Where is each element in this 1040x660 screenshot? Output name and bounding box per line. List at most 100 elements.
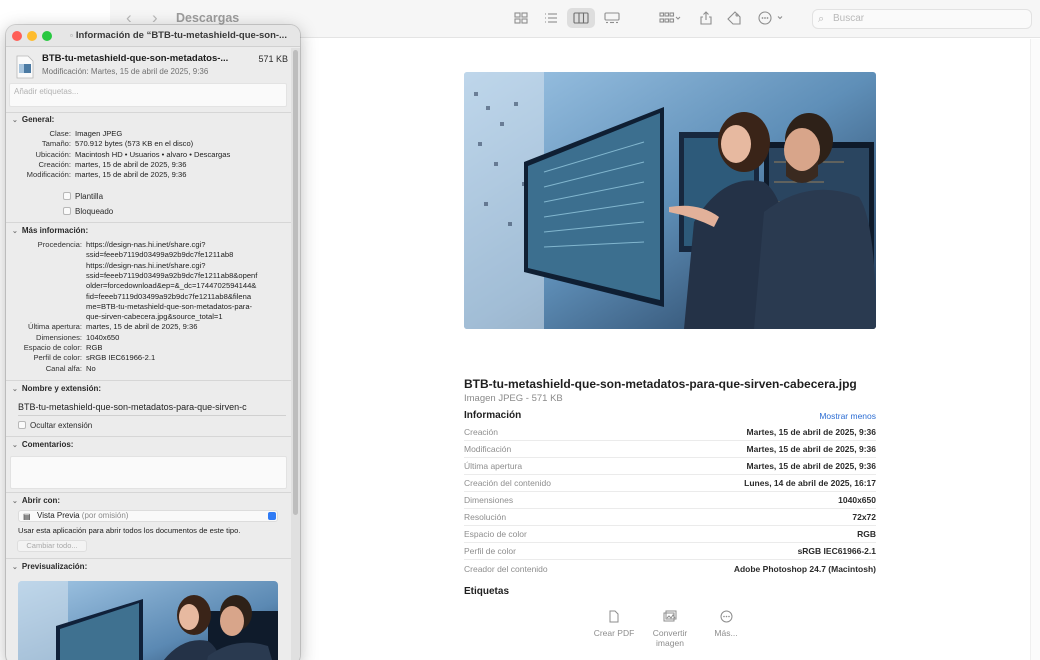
group-button[interactable]: [655, 8, 685, 28]
kv-key: Dimensiones:: [35, 332, 82, 342]
share-icon: [700, 11, 712, 25]
checkbox-box[interactable]: [63, 192, 71, 200]
list-view-button[interactable]: [537, 8, 565, 28]
row-value: Martes, 15 de abril de 2025, 9:36: [746, 461, 876, 471]
get-info-window: ▫ Información de “BTB-tu-metashield-que-s…: [6, 25, 300, 660]
icon-view-button[interactable]: [507, 8, 535, 28]
kv-key: Modificación:: [26, 170, 71, 180]
comments-title: Comentarios:: [21, 440, 74, 449]
tag-button[interactable]: [720, 8, 748, 28]
share-button[interactable]: [692, 8, 720, 28]
more-quick-actions[interactable]: Más...: [691, 610, 761, 638]
kv-key: Perfil de color:: [33, 353, 82, 363]
gallery-view-button[interactable]: [598, 8, 626, 28]
kv-value: martes, 15 de abril de 2025, 9:36: [86, 322, 198, 332]
hide-extension-checkbox[interactable]: Ocultar extensión: [18, 421, 92, 430]
use-app-text: Usar esta aplicación para abrir todos lo…: [18, 526, 241, 535]
source-line: https://design-nas.hi.inet/share.cgi?: [86, 260, 206, 270]
gallery-icon: [604, 12, 620, 24]
locked-checkbox[interactable]: Bloqueado: [63, 207, 113, 216]
info-row-content-created: Creación del contenido Lunes, 14 de abril…: [464, 475, 876, 492]
row-key: Creación: [464, 427, 499, 437]
row-key: Creador del contenido: [464, 563, 548, 574]
more-actions-button[interactable]: [755, 8, 787, 28]
row-value: 1040x650: [838, 495, 876, 505]
general-title: General:: [21, 115, 55, 124]
preview-info-table: Creación Martes, 15 de abril de 2025, 9:3…: [464, 424, 876, 577]
template-label: Plantilla: [75, 192, 104, 201]
kv-key: Canal alfa:: [45, 363, 82, 373]
tags-input[interactable]: Añadir etiquetas...: [9, 83, 287, 107]
preview-title: Previsualización:: [21, 562, 88, 571]
chevron-down-icon: ⌄: [12, 386, 18, 393]
convert-label-2: imagen: [656, 638, 684, 648]
finder-scrollbar[interactable]: [1030, 39, 1040, 660]
chevron-down-icon: ⌄: [12, 498, 18, 505]
info-row-modified: Modificación Martes, 15 de abril de 2025,…: [464, 441, 876, 458]
row-key: Dimensiones: [464, 495, 514, 505]
info-modified: Modificación: Martes, 15 de abril de 202…: [42, 67, 209, 76]
info-window-title: ▫ Información de “BTB-tu-metashield-que-s…: [70, 30, 287, 41]
row-key: Espacio de color: [464, 529, 527, 539]
minimize-button[interactable]: [27, 31, 37, 41]
info-scrollbar[interactable]: [291, 48, 300, 660]
photo-icon: [663, 610, 677, 622]
ellipsis-circle-icon: [758, 11, 783, 25]
open-with-title: Abrir con:: [21, 496, 61, 505]
general-section-header[interactable]: ⌄ General:: [12, 115, 54, 124]
row-key: Creación del contenido: [464, 478, 551, 488]
more-info-section-header[interactable]: ⌄ Más información:: [12, 226, 88, 235]
preview-tags-title: Etiquetas: [464, 586, 510, 597]
scroll-thumb[interactable]: [293, 50, 298, 515]
columns-icon: [573, 12, 589, 24]
row-value: 72x72: [852, 512, 876, 522]
row-value: Martes, 15 de abril de 2025, 9:36: [746, 427, 876, 437]
show-less-link[interactable]: Mostrar menos: [819, 411, 876, 421]
section-divider: [6, 380, 291, 381]
list-icon: [545, 13, 557, 23]
grid-icon: [514, 12, 528, 24]
row-key: Modificación: [464, 444, 512, 454]
open-with-section-header[interactable]: ⌄ Abrir con:: [12, 496, 60, 505]
kv-value: Macintosh HD • Usuarios • alvaro • Desca…: [75, 149, 231, 159]
more-info-details: Procedencia: https://design-nas.hi.inet/…: [6, 240, 291, 375]
preview-filename: BTB-tu-metashield-que-son-metadatos-para…: [464, 377, 857, 391]
info-titlebar[interactable]: ▫ Información de “BTB-tu-metashield-que-s…: [6, 25, 300, 47]
zoom-button[interactable]: [42, 31, 52, 41]
kv-key: Procedencia:: [37, 240, 82, 249]
preview-section-header[interactable]: ⌄ Previsualización:: [12, 562, 87, 571]
kv-value: sRGB IEC61966-2.1: [86, 353, 156, 363]
search-field[interactable]: ⌕ Buscar: [812, 9, 1032, 29]
kv-value: martes, 15 de abril de 2025, 9:36: [75, 170, 187, 180]
info-file-size: 571 KB: [258, 54, 288, 64]
source-line: que-sirven-cabecera.jpg&source_total=1: [86, 312, 223, 322]
checkbox-box[interactable]: [63, 207, 71, 215]
kv-value: 570.912 bytes (573 KB en el disco): [75, 139, 194, 149]
source-line: me=BTB-tu-metashield-que-son-metadatos-p…: [86, 301, 253, 311]
name-ext-section-header[interactable]: ⌄ Nombre y extensión:: [12, 384, 101, 393]
comments-textarea[interactable]: [10, 456, 287, 489]
hide-extension-label: Ocultar extensión: [30, 421, 93, 430]
comments-section-header[interactable]: ⌄ Comentarios:: [12, 440, 73, 449]
info-row-color-profile: Perfil de color sRGB IEC61966-2.1: [464, 543, 876, 560]
row-value: Adobe Photoshop 24.7 (Macintosh): [733, 563, 876, 574]
locked-label: Bloqueado: [75, 207, 114, 216]
source-line: ssid=feeeb7119d03499a92b9dc7fe1211ab8: [86, 250, 234, 260]
chevron-down-icon: ⌄: [12, 228, 18, 235]
column-view-button[interactable]: [567, 8, 595, 28]
app-default-label: (por omisión): [81, 511, 129, 520]
name-ext-title: Nombre y extensión:: [21, 384, 102, 393]
tag-icon: [727, 11, 741, 25]
change-all-button[interactable]: Cambiar todo...: [17, 540, 87, 552]
checkbox-box[interactable]: [18, 421, 26, 429]
template-checkbox[interactable]: Plantilla: [63, 192, 103, 201]
close-button[interactable]: [12, 31, 22, 41]
name-extension-input[interactable]: BTB-tu-metashield-que-son-metadatos-para…: [18, 400, 286, 416]
ellipsis-circle-icon: [720, 610, 732, 623]
source-line: fid=feeeb7119d03499a92b9dc7fe1211ab8&fil…: [86, 291, 252, 301]
row-value: sRGB IEC61966-2.1: [797, 546, 876, 556]
info-preview-thumbnail: [18, 581, 278, 660]
source-line: older=forcedownload&ep=&_dc=174470259414…: [86, 281, 257, 291]
open-with-select[interactable]: ▤ Vista Previa (por omisión): [18, 510, 278, 522]
document-icon: ▫: [70, 31, 73, 40]
